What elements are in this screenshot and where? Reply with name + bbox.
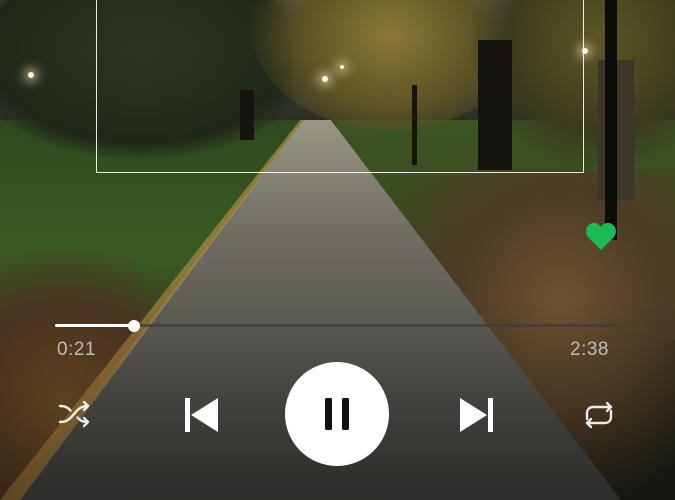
progress-handle[interactable] <box>128 320 141 332</box>
next-button[interactable] <box>456 396 496 434</box>
progress-fill <box>55 324 135 327</box>
previous-button[interactable] <box>182 396 222 434</box>
album-art-frame <box>96 0 584 173</box>
lamp-post <box>605 0 617 240</box>
shuffle-icon <box>58 400 90 428</box>
play-pause-button[interactable] <box>285 362 389 466</box>
skip-next-icon <box>460 398 493 432</box>
repeat-button[interactable] <box>580 399 618 431</box>
like-button[interactable] <box>585 221 617 251</box>
shuffle-button[interactable] <box>57 398 93 430</box>
elapsed-time: 0:21 <box>57 339 96 360</box>
heart-icon <box>586 222 616 250</box>
skip-previous-icon <box>185 398 218 432</box>
repeat-icon <box>585 401 613 429</box>
playback-progress-bar[interactable] <box>55 318 620 334</box>
total-duration: 2:38 <box>570 339 609 360</box>
pause-icon <box>325 398 349 430</box>
street-light <box>28 72 34 78</box>
